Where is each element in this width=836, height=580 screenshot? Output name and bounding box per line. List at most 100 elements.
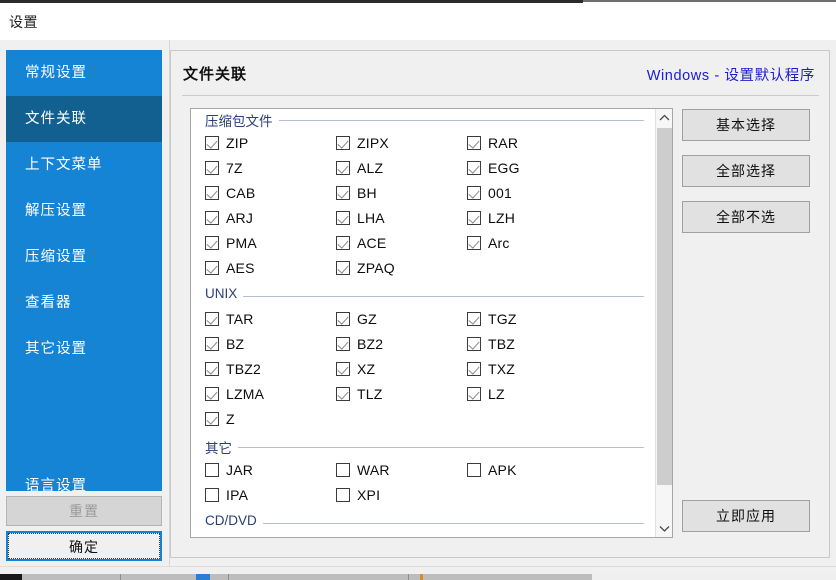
- checkmark-icon[interactable]: [336, 337, 350, 351]
- checkbox-pma[interactable]: PMA: [205, 235, 257, 251]
- checkbox-001[interactable]: 001: [467, 185, 512, 201]
- checkbox-jar[interactable]: JAR: [205, 462, 253, 478]
- sidebar-item-2[interactable]: 上下文菜单: [6, 142, 162, 188]
- checkmark-icon[interactable]: [205, 362, 219, 376]
- checkmark-icon[interactable]: [467, 337, 481, 351]
- checkmark-icon[interactable]: [205, 236, 219, 250]
- empty-checkbox-icon[interactable]: [336, 463, 350, 477]
- checkbox-zip[interactable]: ZIP: [205, 135, 248, 151]
- checkbox-apk[interactable]: APK: [467, 462, 517, 478]
- checkmark-icon[interactable]: [205, 312, 219, 326]
- checkmark-icon[interactable]: [467, 236, 481, 250]
- ok-button[interactable]: 确定: [6, 531, 162, 561]
- checkbox-gz[interactable]: GZ: [336, 311, 377, 327]
- checkmark-icon[interactable]: [336, 211, 350, 225]
- checkbox-label: ACE: [357, 235, 387, 251]
- checkmark-icon[interactable]: [205, 337, 219, 351]
- checkmark-icon[interactable]: [467, 186, 481, 200]
- checkmark-icon[interactable]: [336, 236, 350, 250]
- sidebar-item-6[interactable]: 其它设置: [6, 326, 162, 372]
- checkbox-tbz2[interactable]: TBZ2: [205, 361, 261, 377]
- checkbox-arj[interactable]: ARJ: [205, 210, 253, 226]
- reset-button[interactable]: 重置: [6, 496, 162, 526]
- checkbox-egg[interactable]: EGG: [467, 160, 520, 176]
- checkmark-icon[interactable]: [336, 312, 350, 326]
- group-rule: [205, 296, 644, 297]
- checkbox-tar[interactable]: TAR: [205, 311, 254, 327]
- checkbox-label: ALZ: [357, 160, 384, 176]
- sliver-separator-2: [228, 574, 229, 580]
- group-label: 压缩包文件: [205, 110, 279, 130]
- empty-checkbox-icon[interactable]: [205, 463, 219, 477]
- checkmark-icon[interactable]: [336, 362, 350, 376]
- empty-checkbox-icon[interactable]: [467, 463, 481, 477]
- checkmark-icon[interactable]: [336, 186, 350, 200]
- checkmark-icon[interactable]: [467, 161, 481, 175]
- checkmark-icon[interactable]: [205, 261, 219, 275]
- file-association-listbox[interactable]: 压缩包文件 ZIP ZIPX RAR 7Z ALZ EGG CAB BH 001 ARJ LHA LZH…: [190, 108, 673, 538]
- scroll-up-icon[interactable]: [656, 109, 672, 126]
- checkbox-aes[interactable]: AES: [205, 260, 255, 276]
- checkbox-arc[interactable]: Arc: [467, 235, 510, 251]
- checkmark-icon[interactable]: [205, 387, 219, 401]
- checkbox-lzh[interactable]: LZH: [467, 210, 515, 226]
- checkbox-cab[interactable]: CAB: [205, 185, 255, 201]
- checkbox-txz[interactable]: TXZ: [467, 361, 515, 377]
- checkbox-7z[interactable]: 7Z: [205, 160, 243, 176]
- checkmark-icon[interactable]: [205, 136, 219, 150]
- scrollbar-thumb[interactable]: [657, 128, 672, 485]
- select-all-button[interactable]: 全部选择: [682, 155, 810, 187]
- checkmark-icon[interactable]: [205, 186, 219, 200]
- windows-default-programs-link[interactable]: Windows - 设置默认程序: [647, 64, 815, 85]
- sidebar-item-4[interactable]: 压缩设置: [6, 234, 162, 280]
- checkbox-tlz[interactable]: TLZ: [336, 386, 383, 402]
- checkmark-icon[interactable]: [205, 211, 219, 225]
- checkmark-icon[interactable]: [467, 312, 481, 326]
- checkmark-icon[interactable]: [336, 387, 350, 401]
- checkmark-icon[interactable]: [205, 161, 219, 175]
- checkmark-icon[interactable]: [336, 161, 350, 175]
- checkbox-lha[interactable]: LHA: [336, 210, 385, 226]
- checkbox-ace[interactable]: ACE: [336, 235, 386, 251]
- checkbox-bh[interactable]: BH: [336, 185, 377, 201]
- checkbox-xz[interactable]: XZ: [336, 361, 375, 377]
- checkbox-zpaq[interactable]: ZPAQ: [336, 260, 395, 276]
- sidebar-item-0[interactable]: 常规设置: [6, 50, 162, 96]
- checkmark-icon[interactable]: [467, 211, 481, 225]
- checkmark-icon[interactable]: [467, 387, 481, 401]
- checkbox-z[interactable]: Z: [205, 411, 235, 427]
- checkbox-tbz[interactable]: TBZ: [467, 336, 515, 352]
- list-scrollbar[interactable]: [655, 109, 672, 537]
- sliver-blue-marker: [196, 574, 210, 580]
- checkbox-bz2[interactable]: BZ2: [336, 336, 383, 352]
- checkmark-icon[interactable]: [336, 261, 350, 275]
- group-label: 其它: [205, 437, 238, 457]
- basic-select-button[interactable]: 基本选择: [682, 109, 810, 141]
- ok-button-label: 确定: [8, 533, 160, 559]
- background-window-sliver: [0, 574, 836, 580]
- checkbox-war[interactable]: WAR: [336, 462, 390, 478]
- checkbox-tgz[interactable]: TGZ: [467, 311, 517, 327]
- checkbox-lzma[interactable]: LZMA: [205, 386, 264, 402]
- empty-checkbox-icon[interactable]: [205, 488, 219, 502]
- checkmark-icon[interactable]: [467, 136, 481, 150]
- checkbox-zipx[interactable]: ZIPX: [336, 135, 389, 151]
- checkbox-ipa[interactable]: IPA: [205, 487, 248, 503]
- checkmark-icon[interactable]: [467, 362, 481, 376]
- sidebar-item-1[interactable]: 文件关联: [6, 96, 162, 142]
- sidebar-item-language[interactable]: 语言设置: [6, 463, 162, 491]
- sidebar-item-5[interactable]: 查看器: [6, 280, 162, 326]
- checkmark-icon[interactable]: [205, 412, 219, 426]
- empty-checkbox-icon[interactable]: [336, 488, 350, 502]
- checkbox-lz[interactable]: LZ: [467, 386, 505, 402]
- checkbox-xpi[interactable]: XPI: [336, 487, 380, 503]
- checkbox-rar[interactable]: RAR: [467, 135, 518, 151]
- select-none-button[interactable]: 全部不选: [682, 201, 810, 233]
- checkbox-bz[interactable]: BZ: [205, 336, 244, 352]
- checkmark-icon[interactable]: [336, 136, 350, 150]
- apply-now-button[interactable]: 立即应用: [682, 500, 810, 532]
- sidebar-item-3[interactable]: 解压设置: [6, 188, 162, 234]
- scroll-down-icon[interactable]: [656, 520, 672, 537]
- checkbox-alz[interactable]: ALZ: [336, 160, 383, 176]
